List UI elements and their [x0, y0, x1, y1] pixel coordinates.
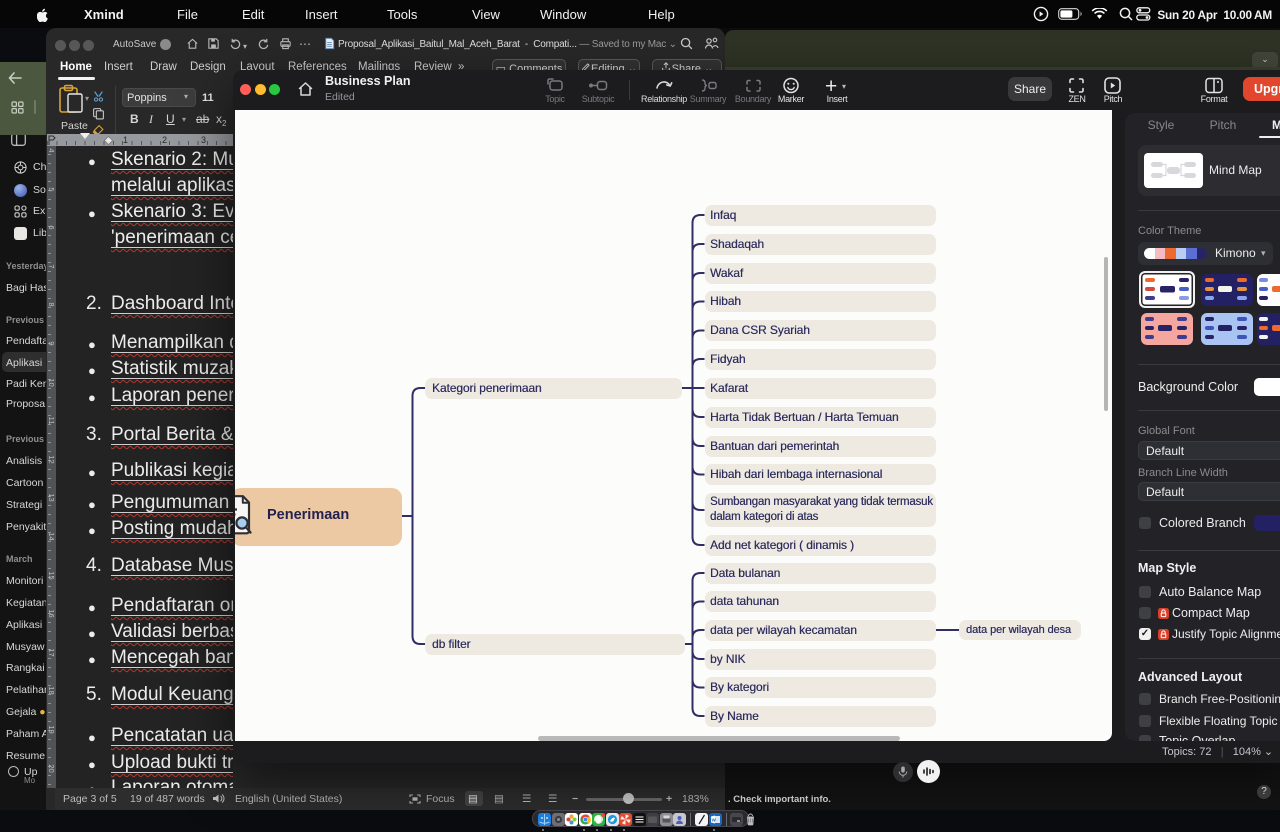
svg-text:W: W — [712, 817, 717, 822]
